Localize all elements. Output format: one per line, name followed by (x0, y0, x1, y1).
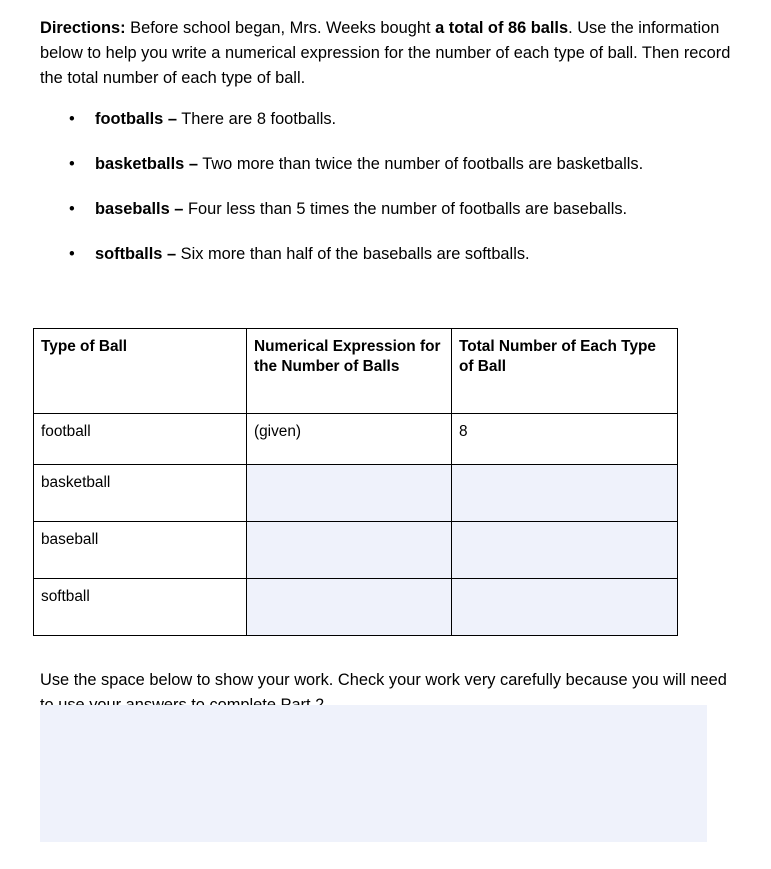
answer-field-expression-softball[interactable] (246, 578, 452, 636)
clue-term-footballs: footballs – (95, 110, 177, 128)
answer-field-total-softball[interactable] (451, 578, 678, 636)
table-row-softball: softball (33, 578, 678, 636)
cell-type-basketball: basketball (33, 464, 247, 522)
show-your-work-area[interactable] (40, 705, 707, 842)
clue-description-baseballs: Four less than 5 times the number of foo… (183, 200, 628, 218)
directions-paragraph: Directions: Before school began, Mrs. We… (40, 16, 734, 91)
list-item-softballs: • softballs – Six more than half of the b… (40, 242, 734, 267)
directions-emphasis-total-balls: a total of 86 balls (435, 19, 569, 38)
clue-term-basketballs: basketballs – (95, 155, 198, 173)
column-header-total-number: Total Number of Each Type of Ball (451, 328, 678, 414)
table-row-football: football (given) 8 (33, 413, 678, 465)
clue-term-baseballs: baseballs – (95, 200, 184, 218)
answer-field-expression-baseball[interactable] (246, 521, 452, 579)
list-item-footballs: • footballs – There are 8 footballs. (40, 107, 734, 132)
column-header-type-of-ball: Type of Ball (33, 328, 247, 414)
table-row-basketball: basketball (33, 464, 678, 522)
directions-text-part1: Before school began, Mrs. Weeks bought (125, 19, 436, 38)
bullet-dot-icon: • (69, 200, 75, 218)
list-item-baseballs: • baseballs – Four less than 5 times the … (40, 197, 734, 222)
bullet-dot-icon: • (69, 110, 75, 128)
clue-description-footballs: There are 8 footballs. (176, 110, 337, 128)
clue-term-softballs: softballs – (95, 245, 177, 263)
clue-description-softballs: Six more than half of the baseballs are … (176, 245, 530, 263)
list-item-basketballs: • basketballs – Two more than twice the n… (40, 152, 734, 177)
bullet-dot-icon: • (69, 245, 75, 263)
cell-total-football: 8 (451, 413, 678, 465)
table-header-row: Type of Ball Numerical Expression for th… (33, 328, 678, 414)
cell-expression-football: (given) (246, 413, 452, 465)
ball-answer-table: Type of Ball Numerical Expression for th… (33, 328, 678, 636)
bullet-dot-icon: • (69, 155, 75, 173)
cell-type-baseball: baseball (33, 521, 247, 579)
answer-field-total-baseball[interactable] (451, 521, 678, 579)
answer-field-total-basketball[interactable] (451, 464, 678, 522)
ball-clues-list: • footballs – There are 8 footballs. • bas… (40, 107, 734, 267)
answer-field-expression-basketball[interactable] (246, 464, 452, 522)
clue-description-basketballs: Two more than twice the number of footba… (197, 155, 644, 173)
cell-type-football: football (33, 413, 247, 465)
worksheet-page: Directions: Before school began, Mrs. We… (0, 0, 771, 869)
cell-type-softball: softball (33, 578, 247, 636)
column-header-numerical-expression: Numerical Expression for the Number of B… (246, 328, 452, 414)
table-row-baseball: baseball (33, 521, 678, 579)
directions-label: Directions: (40, 19, 126, 38)
